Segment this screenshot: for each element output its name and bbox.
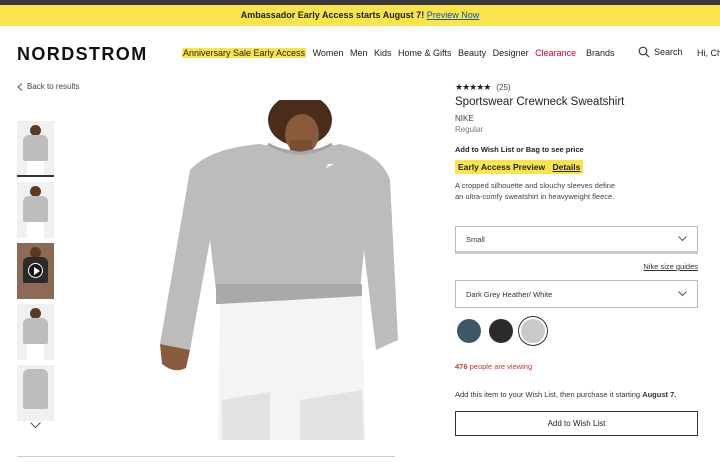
nav-women[interactable]: Women [313, 48, 344, 58]
rating-row[interactable]: ★★★★★ (25) [455, 82, 700, 93]
search-button[interactable]: Search [638, 46, 683, 58]
nav-anniversary-sale[interactable]: Anniversary Sale Early Access [182, 48, 307, 58]
chevron-left-icon [17, 82, 23, 91]
early-access-badge: Early Access Preview Details [455, 160, 584, 174]
chevron-down-icon [678, 291, 687, 297]
chevron-down-icon [678, 236, 687, 242]
preview-now-link[interactable]: Preview Now [427, 10, 480, 20]
nav-men[interactable]: Men [350, 48, 368, 58]
nordstrom-logo[interactable]: NORDSTROM [17, 44, 148, 65]
swatch-1[interactable] [457, 319, 481, 343]
promo-text: Ambassador Early Access starts August 7! [240, 10, 425, 20]
size-value: Small [466, 234, 485, 244]
search-icon [638, 46, 650, 58]
nav-beauty[interactable]: Beauty [458, 48, 486, 58]
nav-home-gifts[interactable]: Home & Gifts [398, 48, 452, 58]
size-guide-link[interactable]: Nike size guides [643, 262, 698, 271]
promo-banner: Ambassador Early Access starts August 7!… [0, 5, 720, 26]
details-link[interactable]: Details [552, 162, 580, 172]
product-brand[interactable]: NIKE [455, 114, 700, 123]
brands-link[interactable]: Brands [586, 48, 615, 58]
thumbnail-list [17, 121, 54, 426]
color-swatches [457, 319, 553, 343]
play-icon [28, 263, 43, 278]
account-greeting[interactable]: Hi, Ch [697, 48, 720, 58]
nav-clearance[interactable]: Clearance [535, 48, 576, 58]
thumbnail-5[interactable] [17, 365, 54, 421]
thumbnail-2[interactable] [17, 182, 54, 238]
site-header: NORDSTROM Anniversary Sale Early Access … [0, 26, 720, 82]
wish-list-info: Add this item to your Wish List, then pu… [455, 390, 676, 399]
price-message: Add to Wish List or Bag to see price [455, 145, 584, 154]
thumbnail-video[interactable] [17, 243, 54, 299]
swatch-2[interactable] [489, 319, 513, 343]
color-value: Dark Grey Heather/ White [466, 289, 553, 299]
review-count: (25) [496, 83, 511, 92]
chevron-down-icon[interactable] [30, 422, 41, 429]
early-access-label: Early Access Preview [458, 162, 546, 172]
color-select[interactable]: Dark Grey Heather/ White [455, 280, 698, 308]
main-nav: Anniversary Sale Early Access Women Men … [182, 48, 580, 58]
wish-info-date: August 7. [642, 390, 677, 399]
nav-designer[interactable]: Designer [493, 48, 529, 58]
product-main-image[interactable] [150, 100, 400, 440]
product-description: A cropped silhouette and slouchy sleeves… [455, 181, 616, 201]
product-details: ★★★★★ (25) Sportswear Crewneck Sweatshir… [455, 82, 700, 436]
back-label: Back to results [27, 82, 80, 91]
back-to-results-link[interactable]: Back to results [17, 82, 79, 91]
wish-info-text: Add this item to your Wish List, then pu… [455, 390, 641, 399]
nav-kids[interactable]: Kids [374, 48, 392, 58]
swatch-3[interactable] [521, 319, 545, 343]
product-fit: Regular [455, 125, 484, 134]
viewing-number: 476 [455, 362, 468, 371]
viewers-count: 476 people are viewing [455, 362, 532, 371]
thumbnail-4[interactable] [17, 304, 54, 360]
product-title: Sportswear Crewneck Sweatshirt [455, 96, 625, 108]
search-label: Search [654, 47, 683, 57]
add-to-wish-list-button[interactable]: Add to Wish List [455, 411, 698, 436]
divider [17, 456, 395, 457]
thumbnail-1[interactable] [17, 121, 54, 177]
star-rating: ★★★★★ [455, 82, 491, 92]
viewing-text: people are viewing [469, 362, 533, 371]
size-select[interactable]: Small [455, 226, 698, 254]
